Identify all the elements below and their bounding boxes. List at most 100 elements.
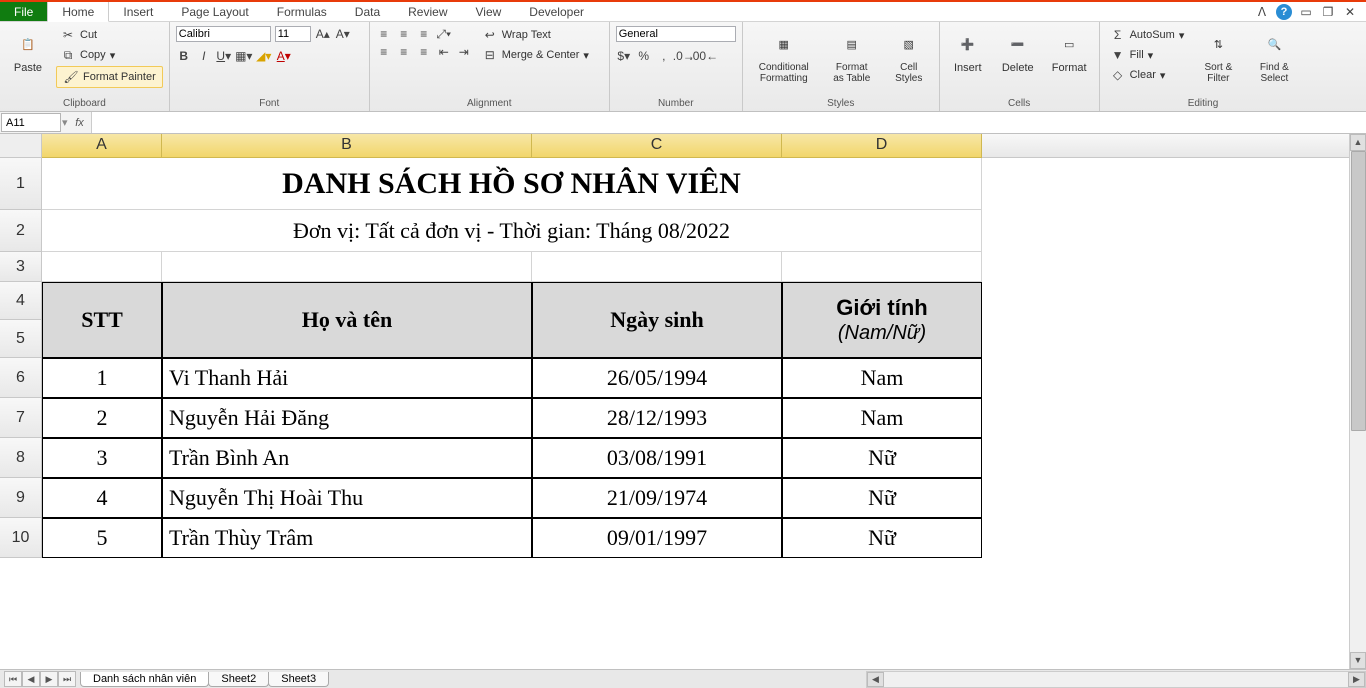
increase-font-icon[interactable]: A▴ (315, 26, 331, 42)
decrease-decimal-icon[interactable]: .00← (696, 48, 712, 64)
clear-button[interactable]: ◇Clear ▾ (1106, 66, 1189, 84)
scroll-left-icon[interactable]: ◀ (867, 672, 884, 687)
cell-gender[interactable]: Nam (782, 358, 982, 398)
help-icon[interactable]: ? (1276, 4, 1292, 20)
row-header-7[interactable]: 7 (0, 398, 42, 438)
cell-stt[interactable]: 3 (42, 438, 162, 478)
header-stt[interactable]: STT (42, 282, 162, 358)
sort-filter-button[interactable]: ⇅Sort & Filter (1194, 26, 1242, 86)
scroll-up-icon[interactable]: ▲ (1350, 134, 1366, 151)
cell-dob[interactable]: 26/05/1994 (532, 358, 782, 398)
tab-formulas[interactable]: Formulas (263, 2, 341, 21)
header-dob[interactable]: Ngày sinh (532, 282, 782, 358)
cell-dob[interactable]: 21/09/1974 (532, 478, 782, 518)
align-bottom-icon[interactable]: ≡ (416, 26, 432, 42)
window-min-icon[interactable]: ▭ (1298, 4, 1314, 20)
file-tab[interactable]: File (0, 2, 47, 21)
sheet-nav-last[interactable]: ⏭ (58, 671, 76, 687)
col-header-d[interactable]: D (782, 134, 982, 158)
subtitle-cell[interactable]: Đơn vị: Tất cả đơn vị - Thời gian: Tháng… (42, 210, 982, 252)
row-header-3[interactable]: 3 (0, 252, 42, 282)
cell-a3[interactable] (42, 252, 162, 282)
orientation-icon[interactable]: ⤢▾ (436, 26, 452, 42)
cell-stt[interactable]: 1 (42, 358, 162, 398)
underline-icon[interactable]: U▾ (216, 48, 232, 64)
cells[interactable]: DANH SÁCH HỒ SƠ NHÂN VIÊN Đơn vị: Tất cả… (42, 158, 982, 558)
cut-button[interactable]: ✂Cut (56, 26, 163, 44)
tab-page-layout[interactable]: Page Layout (167, 2, 262, 21)
col-header-blank[interactable] (982, 134, 1362, 158)
sheet-nav-prev[interactable]: ◀ (22, 671, 40, 687)
cell-dob[interactable]: 28/12/1993 (532, 398, 782, 438)
name-box[interactable] (1, 113, 61, 132)
indent-decrease-icon[interactable]: ⇤ (436, 44, 452, 60)
cell-dob[interactable]: 09/01/1997 (532, 518, 782, 558)
wrap-text-button[interactable]: ↩Wrap Text (478, 26, 593, 44)
scroll-thumb[interactable] (1351, 151, 1366, 431)
cell-name[interactable]: Nguyễn Hải Đăng (162, 398, 532, 438)
row-header-8[interactable]: 8 (0, 438, 42, 478)
row-header-10[interactable]: 10 (0, 518, 42, 558)
row-header-1[interactable]: 1 (0, 158, 42, 210)
cell-dob[interactable]: 03/08/1991 (532, 438, 782, 478)
row-header-9[interactable]: 9 (0, 478, 42, 518)
header-gender[interactable]: Giới tính (Nam/Nữ) (782, 282, 982, 358)
cell-gender[interactable]: Nam (782, 398, 982, 438)
tab-review[interactable]: Review (394, 2, 461, 21)
cell-name[interactable]: Trần Thùy Trâm (162, 518, 532, 558)
col-header-a[interactable]: A (42, 134, 162, 158)
sheet-tab-2[interactable]: Sheet2 (208, 672, 269, 687)
cell-stt[interactable]: 4 (42, 478, 162, 518)
title-cell[interactable]: DANH SÁCH HỒ SƠ NHÂN VIÊN (42, 158, 982, 210)
tab-insert[interactable]: Insert (109, 2, 167, 21)
comma-icon[interactable]: , (656, 48, 672, 64)
scroll-right-icon[interactable]: ▶ (1348, 672, 1365, 687)
cell-name[interactable]: Nguyễn Thị Hoài Thu (162, 478, 532, 518)
cell-styles-button[interactable]: ▧Cell Styles (885, 26, 933, 86)
row-header-6[interactable]: 6 (0, 358, 42, 398)
cell-d3[interactable] (782, 252, 982, 282)
insert-cells-button[interactable]: ➕Insert (946, 26, 990, 76)
minimize-ribbon-icon[interactable]: ᐱ (1254, 4, 1270, 20)
tab-data[interactable]: Data (341, 2, 394, 21)
tab-home[interactable]: Home (47, 2, 109, 22)
currency-icon[interactable]: $▾ (616, 48, 632, 64)
cell-stt[interactable]: 2 (42, 398, 162, 438)
number-format-select[interactable] (616, 26, 736, 42)
align-right-icon[interactable]: ≡ (416, 44, 432, 60)
cell-stt[interactable]: 5 (42, 518, 162, 558)
tab-view[interactable]: View (462, 2, 516, 21)
merge-center-button[interactable]: ⊟Merge & Center ▾ (478, 46, 593, 64)
row-header-4[interactable]: 4 (0, 282, 42, 320)
delete-cells-button[interactable]: ➖Delete (996, 26, 1040, 76)
select-all-corner[interactable] (0, 134, 42, 158)
cell-gender[interactable]: Nữ (782, 478, 982, 518)
cell-b3[interactable] (162, 252, 532, 282)
fill-button[interactable]: ▼Fill ▾ (1106, 46, 1189, 64)
header-name[interactable]: Họ và tên (162, 282, 532, 358)
tab-developer[interactable]: Developer (515, 2, 598, 21)
window-close-icon[interactable]: ✕ (1342, 4, 1358, 20)
align-left-icon[interactable]: ≡ (376, 44, 392, 60)
border-icon[interactable]: ▦▾ (236, 48, 252, 64)
decrease-font-icon[interactable]: A▾ (335, 26, 351, 42)
format-cells-button[interactable]: ▭Format (1046, 26, 1093, 76)
font-size-select[interactable] (275, 26, 311, 42)
italic-icon[interactable]: I (196, 48, 212, 64)
sheet-tab-3[interactable]: Sheet3 (268, 672, 329, 687)
copy-button[interactable]: ⧉Copy ▾ (56, 46, 163, 64)
fill-color-icon[interactable]: ◢▾ (256, 48, 272, 64)
sheet-tab-active[interactable]: Danh sách nhân viên (80, 672, 209, 687)
col-header-b[interactable]: B (162, 134, 532, 158)
find-select-button[interactable]: 🔍Find & Select (1248, 26, 1300, 86)
vertical-scrollbar[interactable]: ▲ ▼ (1349, 134, 1366, 669)
percent-icon[interactable]: % (636, 48, 652, 64)
col-header-c[interactable]: C (532, 134, 782, 158)
conditional-formatting-button[interactable]: ▦Conditional Formatting (749, 26, 819, 86)
cell-name[interactable]: Vi Thanh Hải (162, 358, 532, 398)
bold-icon[interactable]: B (176, 48, 192, 64)
window-restore-icon[interactable]: ❐ (1320, 4, 1336, 20)
horizontal-scrollbar[interactable]: ◀ ▶ (866, 671, 1366, 688)
sheet-nav-next[interactable]: ▶ (40, 671, 58, 687)
cell-name[interactable]: Trần Bình An (162, 438, 532, 478)
